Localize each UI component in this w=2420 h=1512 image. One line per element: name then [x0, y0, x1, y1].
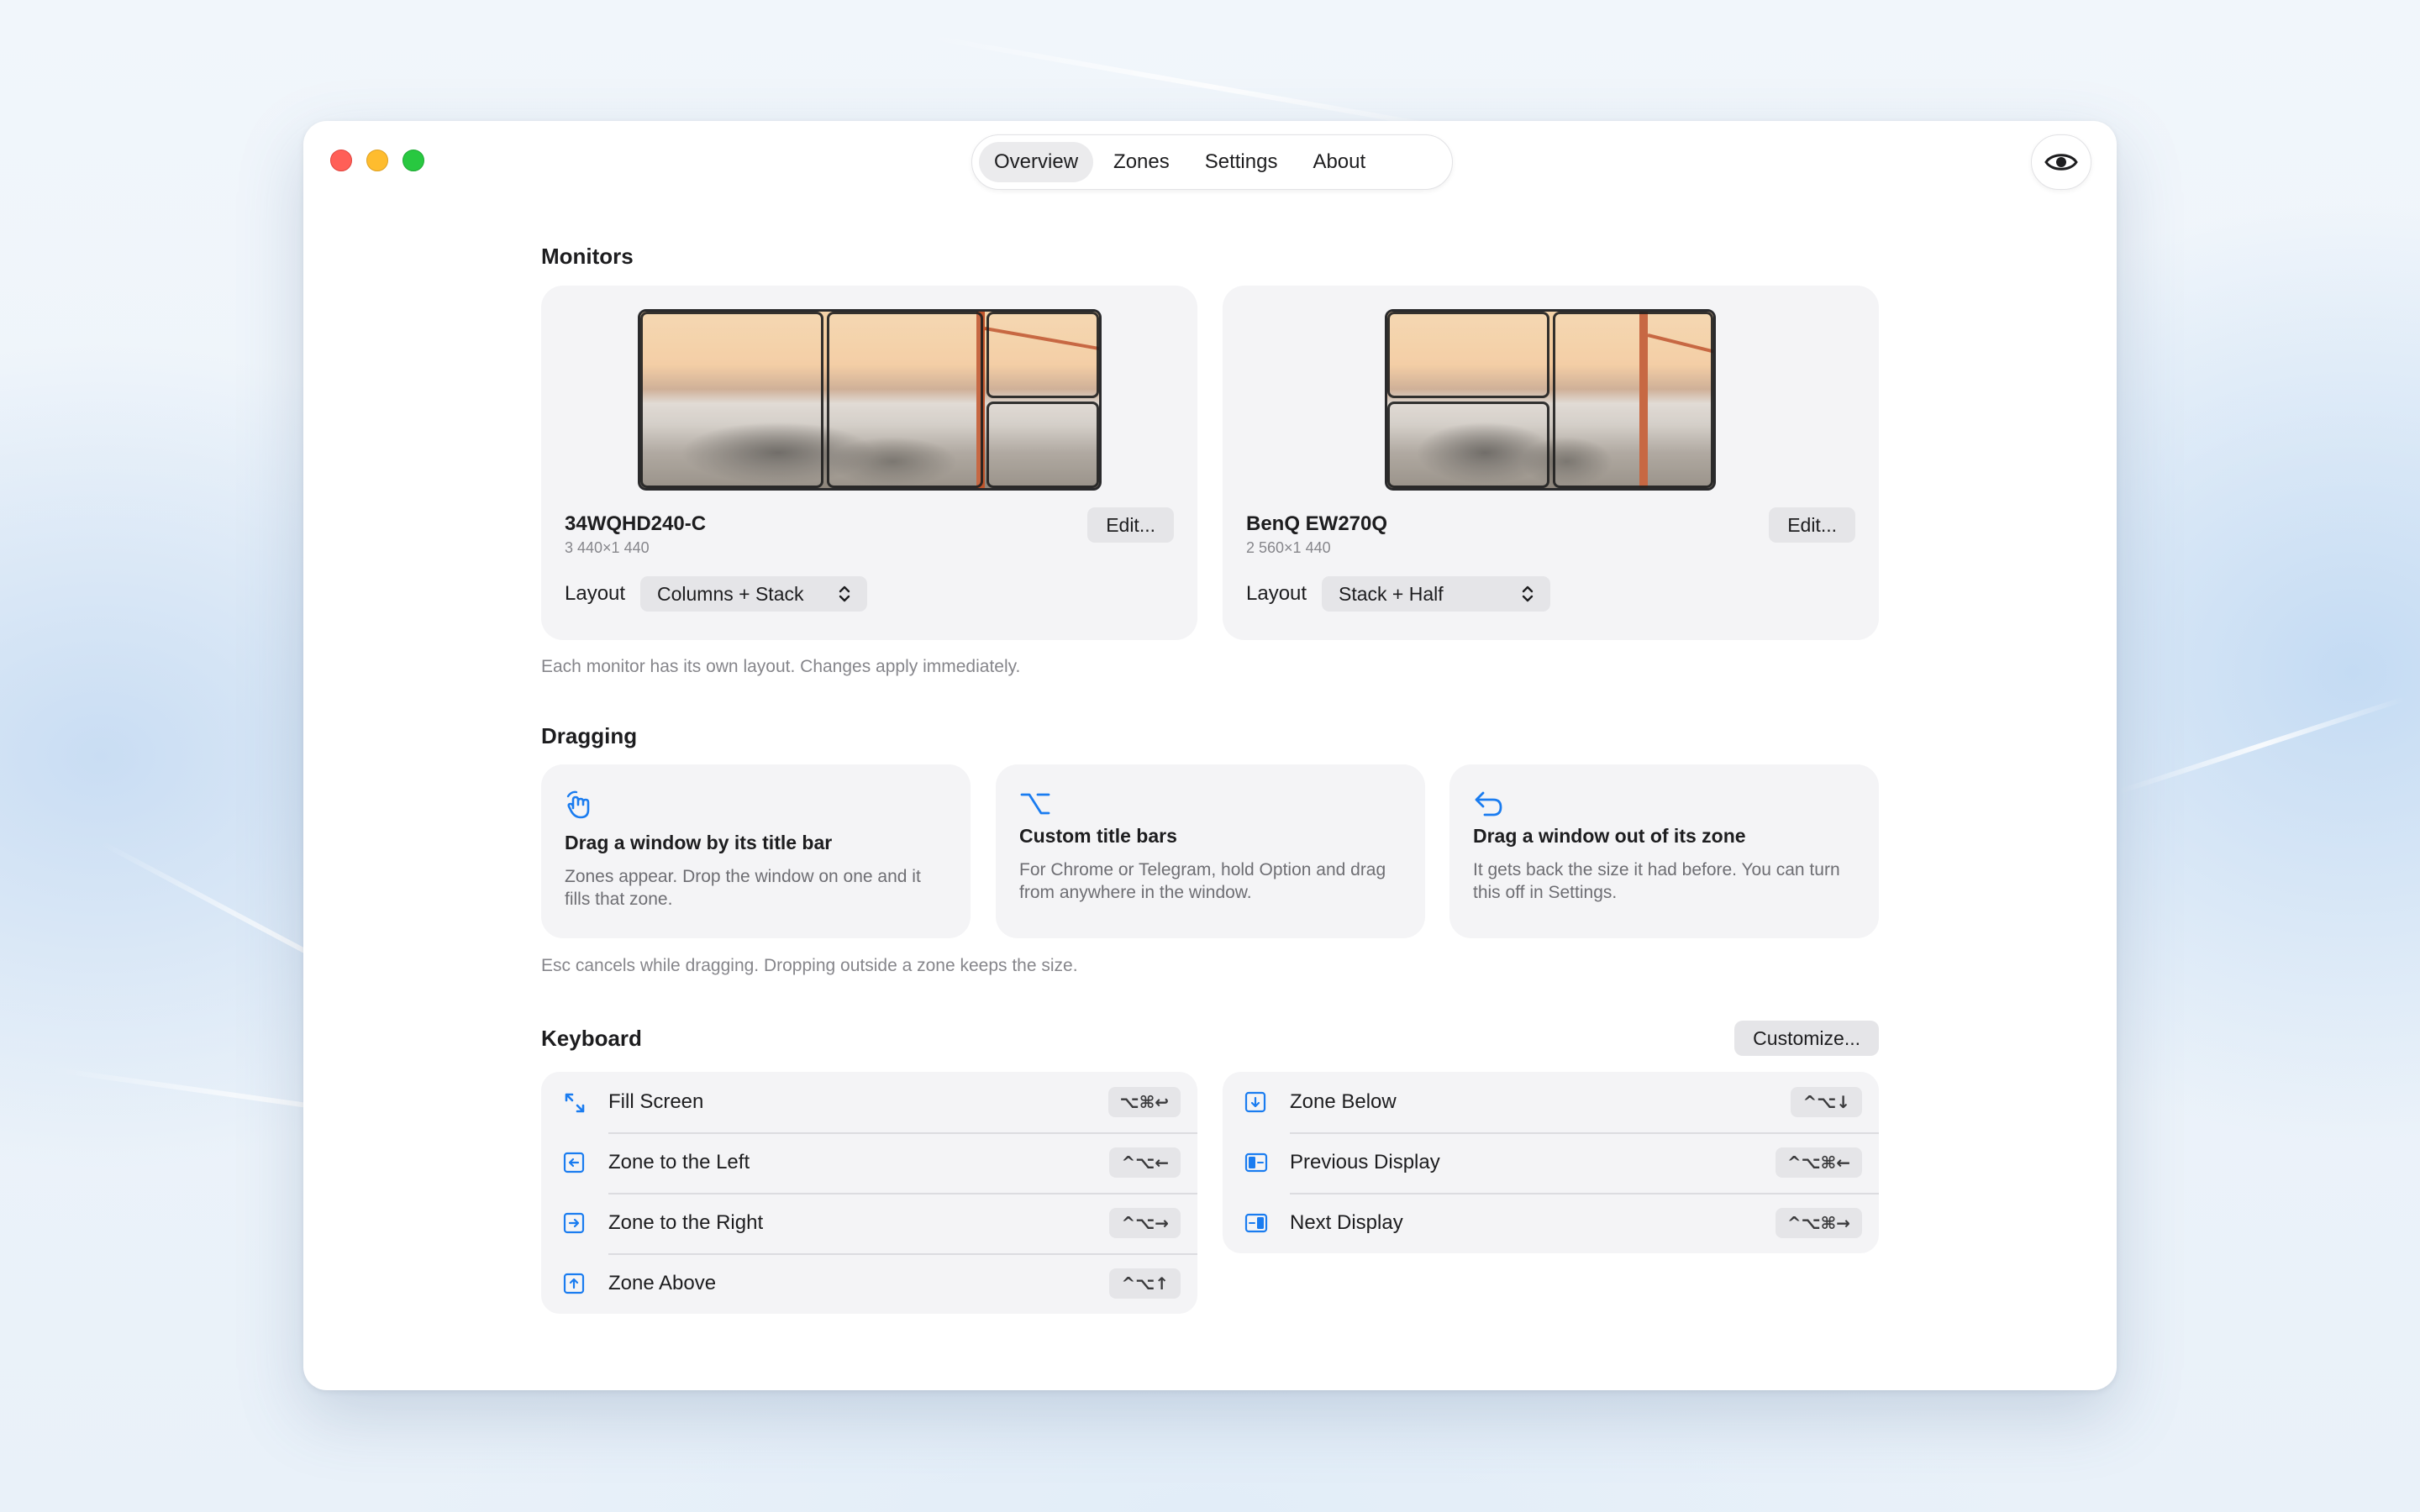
undo-arrow-icon: [1475, 791, 1502, 816]
monitor-card-1: 34WQHD240-C 3 440×1 440 Edit... Layout C…: [541, 286, 1197, 640]
zone-tile: [640, 312, 823, 488]
fill-screen-icon: [565, 1093, 585, 1113]
shortcut-label: Zone to the Left: [608, 1151, 750, 1173]
zone-left-icon: [563, 1152, 585, 1173]
monitor-card-2: BenQ EW270Q 2 560×1 440 Edit... Layout S…: [1223, 286, 1879, 640]
zone-tile: [827, 312, 983, 488]
layout-select[interactable]: Stack + Half: [1322, 576, 1550, 612]
drag-card-title: Drag a window out of its zone: [1473, 825, 1746, 847]
zone-tile: [986, 312, 1099, 398]
drag-card-desc: For Chrome or Telegram, hold Option and …: [1019, 860, 1386, 902]
zone-above-icon: [563, 1273, 585, 1294]
layout-select-value: Columns + Stack: [657, 582, 804, 605]
shortcut-label: Zone Below: [1290, 1090, 1397, 1113]
shortcut-key[interactable]: ⌥⌘↩: [1107, 1087, 1181, 1117]
minimize-button[interactable]: [366, 150, 388, 171]
monitor-preview-2: [1385, 309, 1716, 491]
shortcut-key[interactable]: ^⌥↓: [1791, 1087, 1862, 1117]
shortcut-list-right: Zone Below ^⌥↓ Previous Display ^⌥⌘← Nex…: [1223, 1072, 1879, 1253]
zone-right-icon: [563, 1212, 585, 1234]
shortcut-row-zone-left[interactable]: Zone to the Left ^⌥←: [541, 1132, 1197, 1193]
shortcut-label: Zone to the Right: [608, 1211, 764, 1234]
app-window: Overview Zones Settings About Monitors 3…: [303, 121, 2117, 1390]
edit-monitor-button[interactable]: Edit...: [1769, 507, 1855, 543]
monitors-caption: Each monitor has its own layout. Changes…: [541, 657, 1021, 676]
zone-tile: [1387, 312, 1549, 398]
tab-overview[interactable]: Overview: [979, 142, 1094, 182]
option-key-icon: [1020, 793, 1050, 815]
zone-tile: [986, 402, 1099, 488]
monitor-resolution: 2 560×1 440: [1246, 539, 1331, 556]
drag-card-title: Custom title bars: [1019, 825, 1177, 847]
shortcut-row-zone-above[interactable]: Zone Above ^⌥↑: [541, 1253, 1197, 1314]
zone-tile: [1387, 402, 1549, 488]
drag-card-out-of-zone: Drag a window out of its zone It gets ba…: [1449, 764, 1879, 938]
next-display-icon: [1244, 1213, 1268, 1233]
shortcut-key[interactable]: ^⌥⌘←: [1775, 1147, 1862, 1178]
shortcut-key[interactable]: ^⌥←: [1109, 1147, 1181, 1178]
preview-toggle-button[interactable]: [2031, 134, 2091, 190]
eye-icon: [2044, 154, 2078, 171]
zoom-button[interactable]: [402, 150, 424, 171]
shortcut-list-left: Fill Screen ⌥⌘↩ Zone to the Left ^⌥← Zon…: [541, 1072, 1197, 1314]
previous-display-icon: [1244, 1152, 1268, 1173]
drag-card-custom-title-bars: Custom title bars For Chrome or Telegram…: [996, 764, 1425, 938]
customize-button[interactable]: Customize...: [1734, 1021, 1879, 1056]
shortcut-row-previous-display[interactable]: Previous Display ^⌥⌘←: [1223, 1132, 1879, 1193]
drag-card-desc: It gets back the size it had before. You…: [1473, 860, 1840, 902]
monitor-preview-1: [638, 309, 1102, 491]
shortcut-row-zone-below[interactable]: Zone Below ^⌥↓: [1223, 1072, 1879, 1132]
zone-tile: [1553, 312, 1713, 488]
window-controls: [330, 150, 424, 171]
drag-card-desc: Zones appear. Drop the window on one and…: [565, 867, 921, 909]
shortcut-key[interactable]: ^⌥→: [1109, 1208, 1181, 1238]
shortcut-row-fill-screen[interactable]: Fill Screen ⌥⌘↩: [541, 1072, 1197, 1132]
hand-drag-icon: [566, 790, 590, 819]
tab-about[interactable]: About: [1297, 142, 1381, 182]
dragging-caption: Esc cancels while dragging. Dropping out…: [541, 956, 1078, 975]
chevron-updown-icon: [839, 585, 850, 602]
layout-label: Layout: [1246, 582, 1307, 605]
dragging-title: Dragging: [541, 723, 638, 748]
keyboard-title: Keyboard: [541, 1026, 642, 1051]
monitor-resolution: 3 440×1 440: [565, 539, 650, 556]
monitor-name: BenQ EW270Q: [1246, 512, 1388, 535]
edit-monitor-button[interactable]: Edit...: [1087, 507, 1174, 543]
shortcut-key[interactable]: ^⌥⌘→: [1775, 1208, 1862, 1238]
shortcut-label: Previous Display: [1290, 1151, 1440, 1173]
monitors-title: Monitors: [541, 244, 634, 269]
layout-select[interactable]: Columns + Stack: [640, 576, 867, 612]
tab-bar: Overview Zones Settings About: [971, 134, 1453, 190]
tab-zones[interactable]: Zones: [1098, 142, 1185, 182]
zone-below-icon: [1244, 1091, 1266, 1113]
tab-settings[interactable]: Settings: [1190, 142, 1293, 182]
drag-card-title: Drag a window by its title bar: [565, 832, 833, 853]
drag-card-title-bar: Drag a window by its title bar Zones app…: [541, 764, 971, 938]
shortcut-key[interactable]: ^⌥↑: [1109, 1268, 1181, 1299]
monitor-name: 34WQHD240-C: [565, 512, 707, 535]
shortcut-label: Fill Screen: [608, 1090, 704, 1113]
close-button[interactable]: [330, 150, 352, 171]
shortcut-row-next-display[interactable]: Next Display ^⌥⌘→: [1223, 1193, 1879, 1253]
background-streak: [2117, 696, 2407, 795]
shortcut-row-zone-right[interactable]: Zone to the Right ^⌥→: [541, 1193, 1197, 1253]
chevron-updown-icon: [1522, 585, 1534, 602]
layout-label: Layout: [565, 582, 626, 605]
shortcut-label: Next Display: [1290, 1211, 1403, 1234]
shortcut-label: Zone Above: [608, 1272, 717, 1294]
layout-select-value: Stack + Half: [1339, 582, 1444, 605]
